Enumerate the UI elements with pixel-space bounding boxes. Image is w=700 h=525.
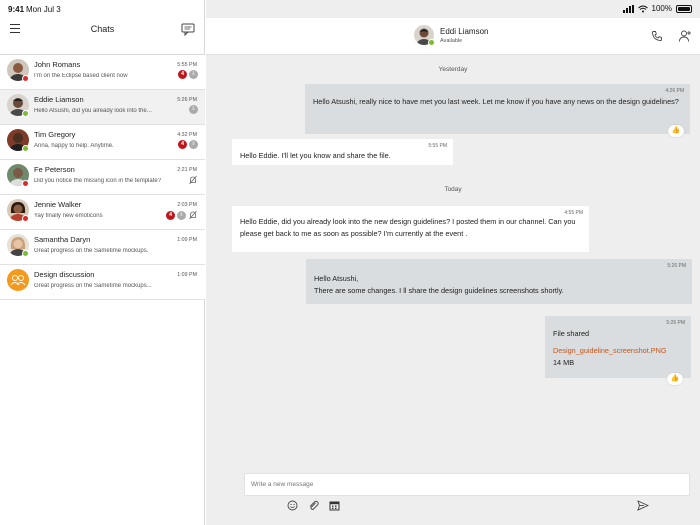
file-link[interactable]: Design_guideline_screenshot.PNG <box>553 345 683 357</box>
presence-available <box>428 39 435 46</box>
chat-badges: 4 ⇩ <box>178 70 198 79</box>
message-outgoing[interactable]: 5:26 PM Hello Atsushi, There are some ch… <box>306 259 692 304</box>
chat-preview: I'm on the Eclipse based client now <box>34 73 128 79</box>
pin-icon: ⇩ <box>189 105 198 114</box>
chats-sidebar: Chats John Romans I'm on the Eclipse bas… <box>0 0 205 525</box>
day-separator: Yesterday <box>438 66 468 73</box>
presence-busy <box>22 215 29 222</box>
chat-preview: Did you notice the missing icon in the t… <box>34 178 162 184</box>
file-shared-title: File shared <box>553 329 590 338</box>
chat-row-john-romans[interactable]: John Romans I'm on the Eclipse based cli… <box>0 55 205 90</box>
pin-icon: ⇩ <box>177 210 186 220</box>
chat-row-jennie-walker[interactable]: Jennie Walker Yay finally new emoticons … <box>0 195 205 230</box>
chat-time: 1:09 PM <box>177 272 197 278</box>
chat-name: Jennie Walker <box>34 200 82 209</box>
message-text: Hello Eddie, did you already look into t… <box>240 217 576 238</box>
status-indicators: 100% <box>622 4 692 13</box>
status-bar: 9:41 Mon Jul 3 100% <box>0 0 700 18</box>
thumbs-up-icon[interactable]: 👍 <box>667 373 683 385</box>
chat-row-samantha-daryn[interactable]: Samantha Daryn Great progress on the Sam… <box>0 230 205 265</box>
chat-name: Tim Gregory <box>34 130 76 139</box>
chat-row-fe-peterson[interactable]: Fe Peterson Did you notice the missing i… <box>0 160 205 195</box>
chat-preview: Great progress on the Sametime mockups..… <box>34 283 152 289</box>
chat-badges <box>188 175 198 185</box>
chat-badges: 4 ⇩ <box>166 210 198 220</box>
chat-row-eddie-liamson[interactable]: Eddie Liamson Hello Atsushi, did you alr… <box>0 90 205 125</box>
chat-badges: ⇩ <box>189 105 198 114</box>
message-input[interactable] <box>251 481 671 488</box>
call-icon[interactable] <box>651 30 663 42</box>
chat-time: 1:09 PM <box>177 237 197 243</box>
message-file-shared[interactable]: 5:26 PM File shared Design_guideline_scr… <box>545 316 691 378</box>
presence-available <box>22 145 29 152</box>
presence-busy <box>22 180 29 187</box>
muted-bell-icon <box>189 210 197 220</box>
status-date: Mon Jul 3 <box>26 5 61 14</box>
calendar-icon[interactable] <box>329 500 340 511</box>
message-line: There are some changes. I ll share the d… <box>314 286 564 295</box>
message-line: Hello Atsushi, <box>314 274 359 283</box>
chat-name: Design discussion <box>34 270 95 279</box>
chat-preview: Hello Atsushi, did you already look into… <box>34 108 152 114</box>
chat-time: 4:32 PM <box>177 132 197 138</box>
attachment-icon[interactable] <box>308 500 319 511</box>
unread-badge: 4 <box>178 70 187 79</box>
message-text: Hello Atsushi, really nice to have met y… <box>313 97 679 106</box>
group-avatar <box>7 269 29 291</box>
presence-available <box>22 110 29 117</box>
contact-status: Available <box>440 38 463 44</box>
message-text: Hello Eddie. I'll let you know and share… <box>240 151 391 160</box>
send-icon[interactable] <box>637 500 649 511</box>
message-time: 5:26 PM <box>667 263 686 269</box>
chat-badges: 4 ⇩ <box>178 140 198 149</box>
status-time: 9:41 <box>8 5 25 14</box>
message-time: 4:55 PM <box>564 210 583 216</box>
muted-bell-icon <box>189 175 197 185</box>
chat-name: Fe Peterson <box>34 165 75 174</box>
unread-badge: 4 <box>166 210 175 220</box>
wifi-icon <box>637 5 648 12</box>
message-time: 5:26 PM <box>666 320 685 326</box>
conversation-pane: Eddi Liamson Available Yesterday 4:26 PM… <box>206 0 700 525</box>
sidebar-title: Chats <box>90 24 115 34</box>
chat-row-tim-gregory[interactable]: Tim Gregory Anna, happy to help. Anytime… <box>0 125 205 160</box>
unread-badge: 4 <box>178 140 187 149</box>
presence-busy <box>22 75 29 82</box>
chat-time: 5:55 PM <box>177 62 197 68</box>
message-incoming[interactable]: 5:55 PM Hello Eddie. I'll let you know a… <box>232 139 453 165</box>
presence-available <box>22 250 29 257</box>
pin-icon: ⇩ <box>189 70 198 79</box>
chat-preview: Anna, happy to help. Anytime. <box>34 143 114 149</box>
chat-name: Eddie Liamson <box>34 95 84 104</box>
message-time: 4:26 PM <box>665 88 684 94</box>
chat-name: John Romans <box>34 60 81 69</box>
battery-percent: 100% <box>651 4 672 13</box>
message-outgoing[interactable]: 4:26 PM Hello Atsushi, really nice to ha… <box>305 84 690 134</box>
thumbs-up-icon[interactable]: 👍 <box>668 125 684 137</box>
pin-icon: ⇩ <box>189 140 198 149</box>
chat-time: 5:26 PM <box>177 97 197 103</box>
chat-time: 2:21 PM <box>177 167 197 173</box>
day-separator: Today <box>444 186 462 193</box>
message-incoming[interactable]: 4:55 PM Hello Eddie, did you already loo… <box>232 206 589 252</box>
cellular-signal-icon <box>622 4 634 13</box>
chat-name: Samantha Daryn <box>34 235 91 244</box>
chat-preview: Yay finally new emoticons <box>34 213 103 219</box>
message-text: Hello Atsushi, There are some changes. I… <box>314 273 684 297</box>
file-size: 14 MB <box>553 358 575 367</box>
message-time: 5:55 PM <box>428 143 447 149</box>
add-person-icon[interactable] <box>678 29 692 43</box>
chat-time: 2:03 PM <box>177 202 197 208</box>
contact-name: Eddi Liamson <box>440 27 489 36</box>
conversation-header: Eddi Liamson Available <box>206 18 700 55</box>
emoji-icon[interactable] <box>287 500 298 511</box>
chat-list: John Romans I'm on the Eclipse based cli… <box>0 55 205 300</box>
compose-icon[interactable] <box>181 23 195 36</box>
battery-icon <box>676 4 692 13</box>
sidebar-header: Chats <box>0 18 205 55</box>
chat-preview: Great progress on the Sametime mockups. <box>34 248 149 254</box>
chat-row-design-discussion[interactable]: Design discussion Great progress on the … <box>0 265 205 300</box>
message-composer[interactable] <box>244 473 690 496</box>
